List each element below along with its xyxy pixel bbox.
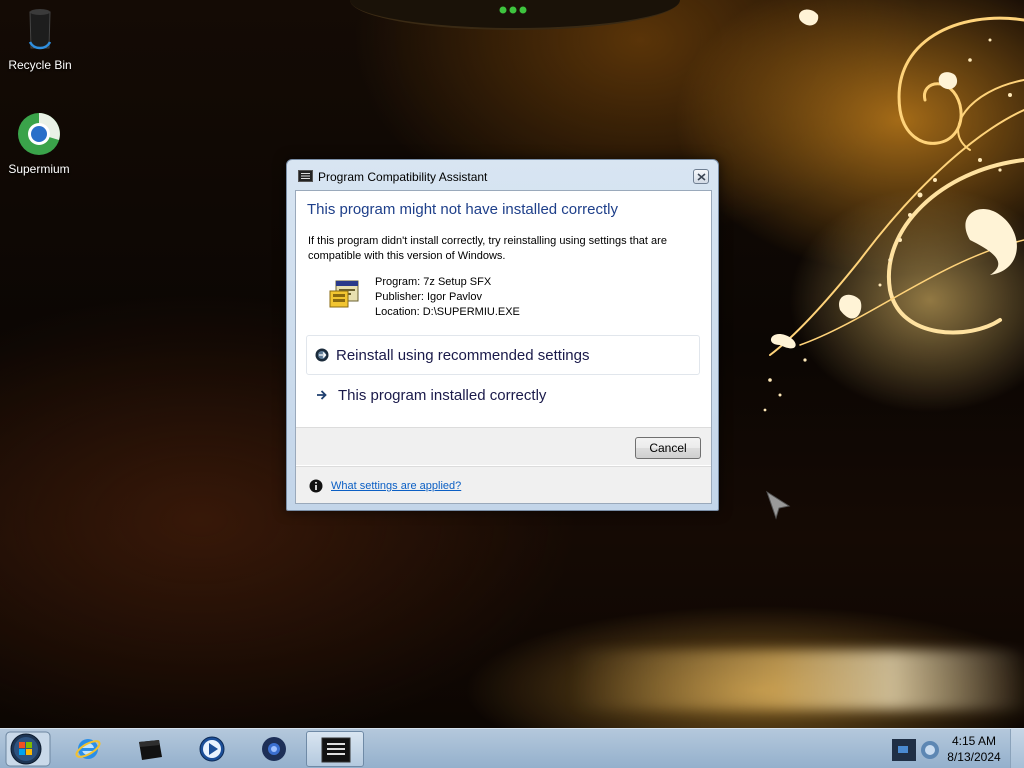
taskbar-item-program-window[interactable] bbox=[306, 731, 364, 767]
desktop-icon-label: Recycle Bin bbox=[8, 58, 72, 72]
dialog-content: This program might not have installed co… bbox=[295, 190, 712, 504]
dialog-titlebar[interactable]: Program Compatibility Assistant bbox=[287, 160, 718, 190]
dialog-description: If this program didn't install correctly… bbox=[308, 235, 667, 262]
window-icon bbox=[321, 737, 351, 763]
mouse-cursor-icon bbox=[766, 490, 791, 520]
help-footer: What settings are applied? bbox=[296, 466, 711, 503]
wallpaper-swirl bbox=[763, 9, 1024, 412]
shield-arrow-icon bbox=[315, 348, 329, 362]
tray-icons[interactable] bbox=[890, 736, 942, 764]
compatibility-dialog: Program Compatibility Assistant This pro… bbox=[286, 159, 719, 511]
internet-explorer-icon bbox=[75, 739, 101, 759]
installer-icon bbox=[329, 280, 359, 308]
wallpaper-glow bbox=[570, 650, 1024, 710]
dialog-heading: This program might not have installed co… bbox=[307, 201, 618, 218]
arrow-right-icon bbox=[317, 390, 327, 400]
close-button[interactable] bbox=[693, 169, 709, 184]
reinstall-command-link[interactable]: Reinstall using recommended settings bbox=[306, 335, 700, 375]
taskbar-item-supermium[interactable] bbox=[248, 731, 300, 767]
installed-correctly-command-link[interactable]: This program installed correctly bbox=[306, 376, 700, 416]
show-desktop-button[interactable] bbox=[1010, 729, 1024, 768]
windows-orb-icon bbox=[5, 731, 51, 767]
clock-date: 8/13/2024 bbox=[947, 750, 1001, 764]
settings-applied-link[interactable]: What settings are applied? bbox=[331, 480, 461, 492]
taskbar: 4:15 AM 8/13/2024 bbox=[0, 728, 1024, 768]
program-details: Program: 7z Setup SFX Publisher: Igor Pa… bbox=[375, 275, 520, 320]
dialog-title: Program Compatibility Assistant bbox=[318, 170, 488, 184]
supermium-icon bbox=[262, 737, 286, 761]
clock-time: 4:15 AM bbox=[951, 734, 997, 748]
taskbar-item-recycle-bin[interactable] bbox=[124, 731, 176, 767]
system-tray: 4:15 AM 8/13/2024 bbox=[886, 729, 1024, 768]
desktop-icon-label: Supermium bbox=[8, 162, 70, 176]
reinstall-label: Reinstall using recommended settings bbox=[336, 347, 590, 364]
clock[interactable]: 4:15 AM 8/13/2024 bbox=[942, 733, 1006, 765]
info-icon bbox=[309, 479, 323, 493]
cancel-button[interactable]: Cancel bbox=[635, 437, 701, 459]
wallpaper-lights bbox=[499, 6, 527, 14]
program-location: Location: D:\SUPERMIU.EXE bbox=[375, 306, 520, 318]
close-icon bbox=[697, 173, 706, 181]
start-button[interactable] bbox=[4, 730, 52, 768]
button-bar: Cancel bbox=[296, 427, 711, 465]
program-publisher: Publisher: Igor Pavlov bbox=[375, 291, 482, 303]
taskbar-item-media-player[interactable] bbox=[186, 731, 238, 767]
program-name: Program: 7z Setup SFX bbox=[375, 276, 492, 288]
desktop-icon-recycle-bin[interactable]: Recycle Bin bbox=[0, 6, 80, 72]
supermium-icon bbox=[18, 113, 60, 155]
desktop-icon-supermium[interactable]: Supermium bbox=[0, 110, 79, 176]
media-player-icon bbox=[199, 736, 225, 762]
recycle-bin-icon bbox=[139, 740, 162, 760]
taskbar-item-internet-explorer[interactable] bbox=[62, 731, 114, 767]
installed-correctly-label: This program installed correctly bbox=[338, 387, 547, 404]
window-icon bbox=[298, 170, 313, 182]
recycle-bin-icon bbox=[28, 9, 52, 50]
